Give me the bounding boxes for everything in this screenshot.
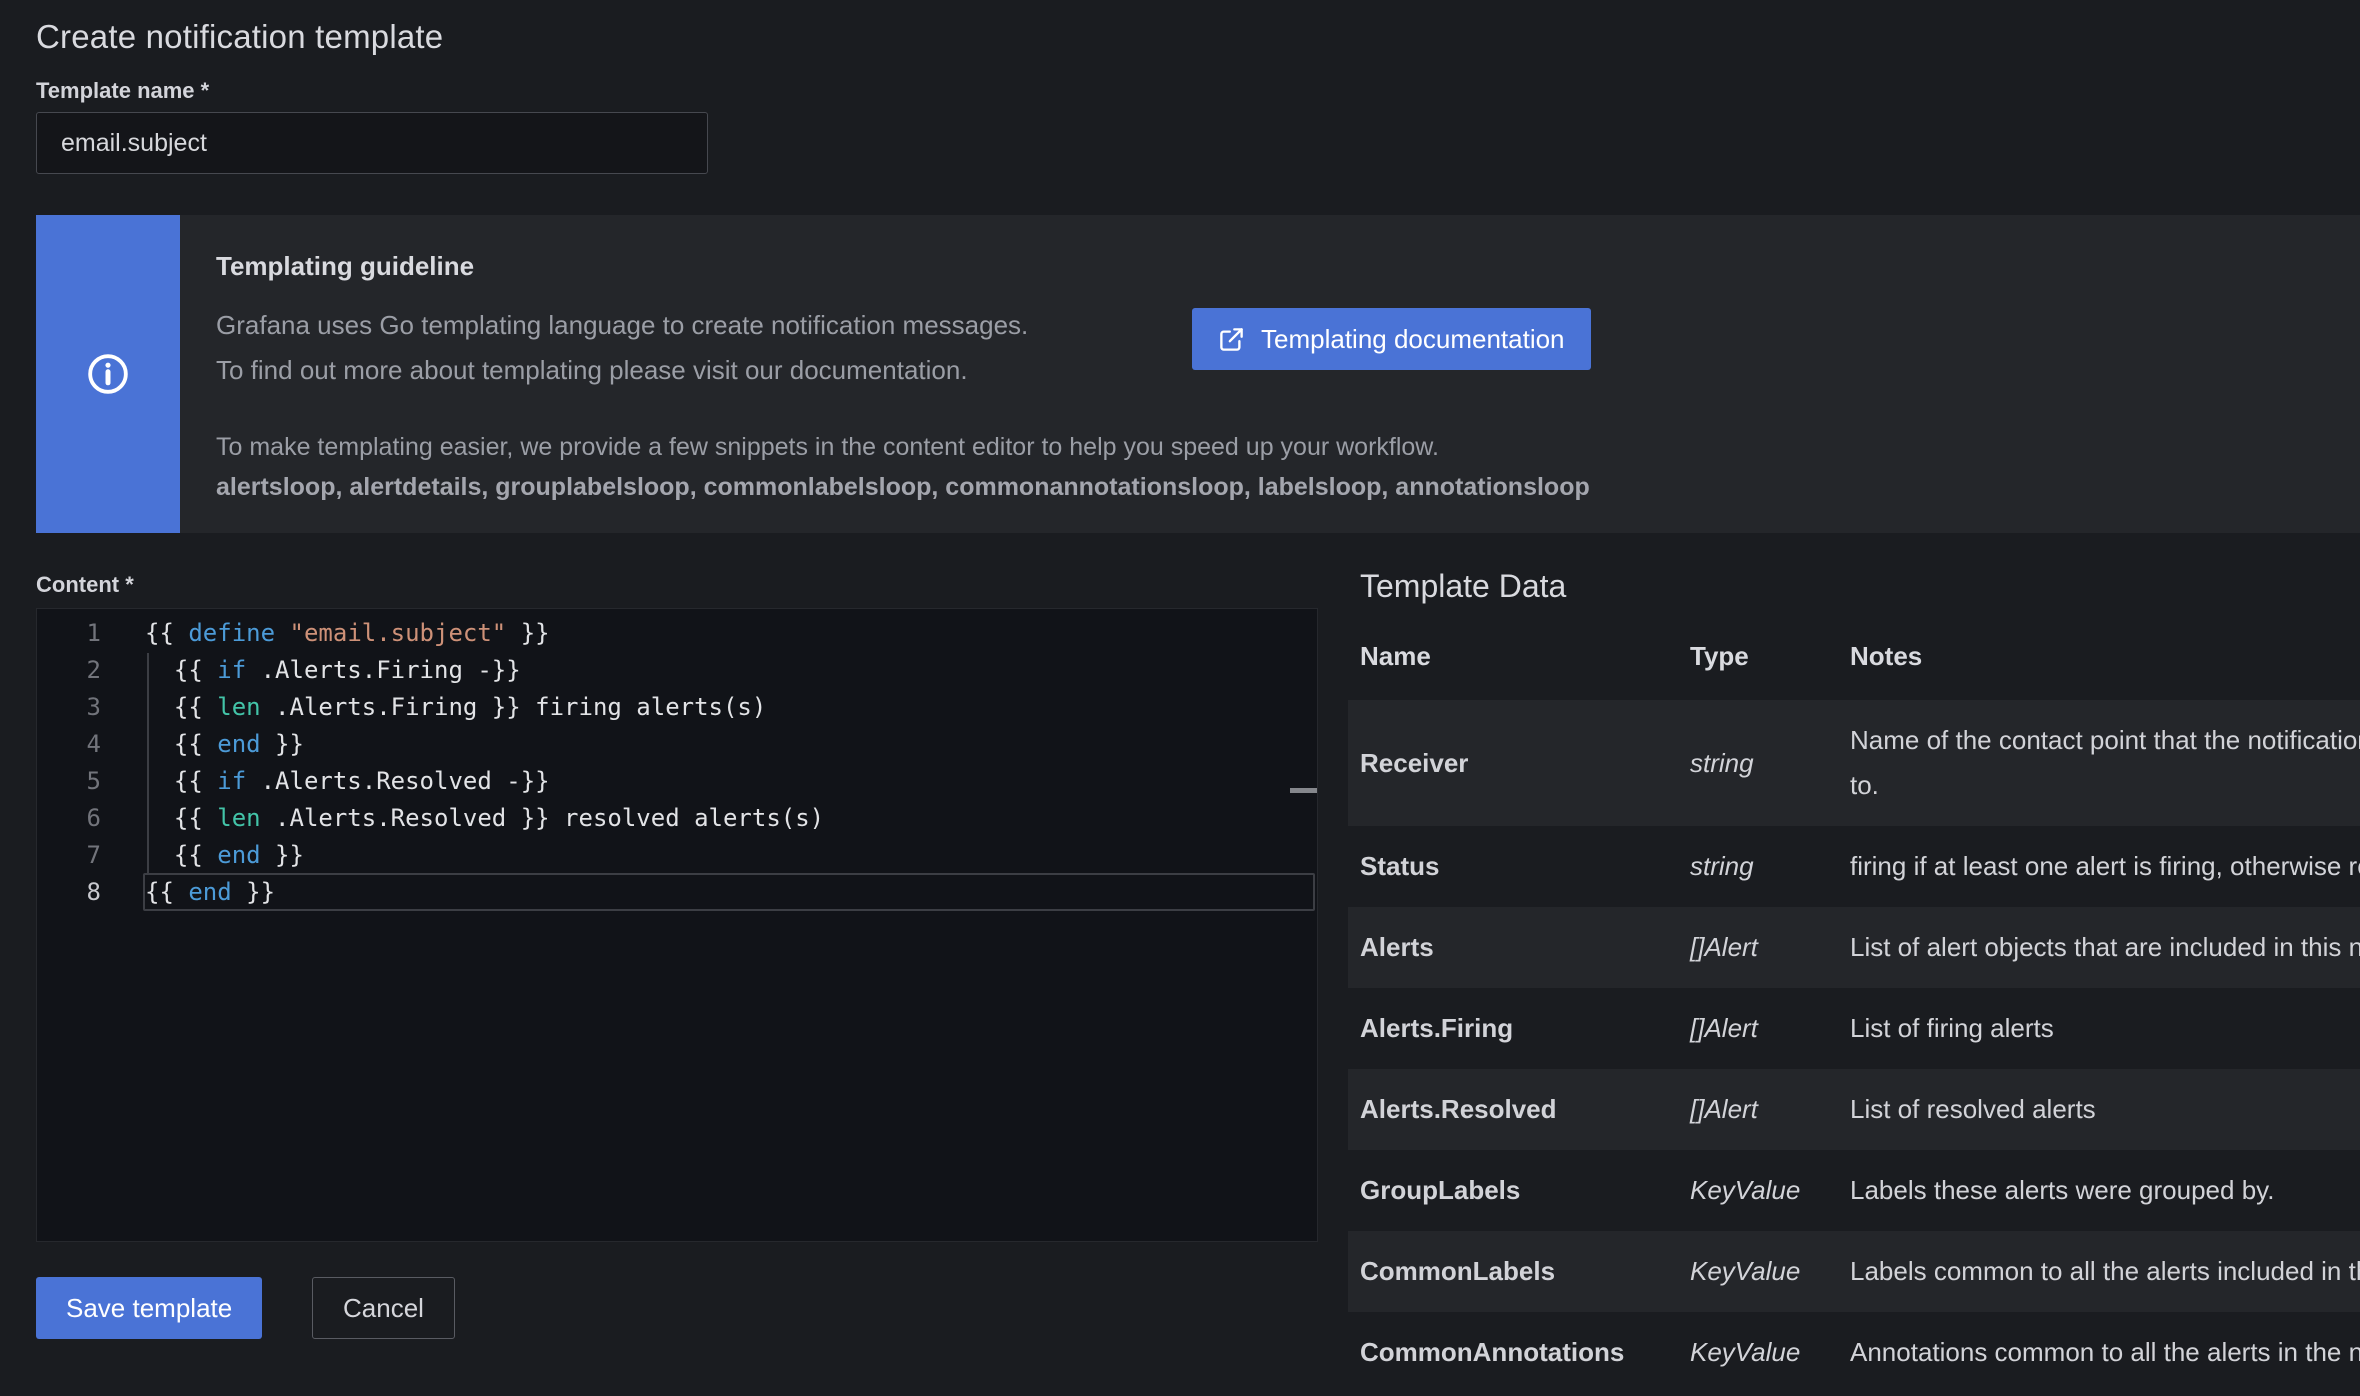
content-code-editor[interactable]: 1{{ define "email.subject" }}2 {{ if .Al…	[36, 608, 1318, 1242]
cell-notes: List of alert objects that are included …	[1838, 907, 2360, 988]
cell-type: string	[1678, 700, 1838, 826]
external-link-icon	[1218, 326, 1245, 353]
code-line[interactable]: 6 {{ len .Alerts.Resolved }} resolved al…	[37, 800, 1317, 837]
cell-type: string	[1678, 826, 1838, 907]
code-text: {{ end }}	[101, 837, 304, 874]
cell-type-link[interactable]: []Alert	[1678, 907, 1838, 988]
line-number: 7	[37, 837, 101, 874]
callout-paragraph-line2: To find out more about templating please…	[216, 348, 1028, 393]
line-number: 8	[37, 874, 101, 911]
template-data-panel: Template Data Name Type Notes Receiverst…	[1348, 568, 2360, 1393]
table-row: Alerts.Resolved[]AlertList of resolved a…	[1348, 1069, 2360, 1150]
cell-name: Alerts.Resolved	[1348, 1069, 1678, 1150]
cell-type-link[interactable]: []Alert	[1678, 988, 1838, 1069]
callout-snippets-intro: To make templating easier, we provide a …	[216, 433, 1439, 462]
template-data-title: Template Data	[1360, 568, 2360, 605]
code-line[interactable]: 7 {{ end }}	[37, 837, 1317, 874]
info-circle-icon	[85, 351, 131, 397]
templating-guideline-callout: Templating guideline Grafana uses Go tem…	[36, 215, 2360, 533]
template-name-label: Template name *	[36, 78, 209, 104]
cell-name: GroupLabels	[1348, 1150, 1678, 1231]
column-header-name: Name	[1348, 641, 1678, 700]
cell-type-link[interactable]: KeyValue	[1678, 1312, 1838, 1393]
indent-guide	[147, 653, 149, 874]
page-title: Create notification template	[36, 18, 443, 56]
callout-title: Templating guideline	[216, 251, 474, 282]
cell-notes: List of resolved alerts	[1838, 1069, 2360, 1150]
callout-snippets-list: alertsloop, alertdetails, grouplabelsloo…	[216, 473, 1590, 502]
cell-name: CommonLabels	[1348, 1231, 1678, 1312]
code-line[interactable]: 2 {{ if .Alerts.Firing -}}	[37, 652, 1317, 689]
cell-name: Alerts	[1348, 907, 1678, 988]
cell-notes: Labels common to all the alerts included…	[1838, 1231, 2360, 1312]
cell-name: Receiver	[1348, 700, 1678, 826]
code-lines: 1{{ define "email.subject" }}2 {{ if .Al…	[37, 615, 1317, 911]
overview-ruler-mark	[1290, 788, 1317, 793]
line-number: 2	[37, 652, 101, 689]
table-row: GroupLabelsKeyValueLabels these alerts w…	[1348, 1150, 2360, 1231]
cell-name: Status	[1348, 826, 1678, 907]
cell-notes: List of firing alerts	[1838, 988, 2360, 1069]
cell-name: CommonAnnotations	[1348, 1312, 1678, 1393]
cell-notes: Name of the contact point that the notif…	[1838, 700, 2360, 826]
template-data-table: Name Type Notes ReceiverstringName of th…	[1348, 641, 2360, 1393]
cancel-button[interactable]: Cancel	[312, 1277, 455, 1339]
code-text: {{ len .Alerts.Firing }} firing alerts(s…	[101, 689, 766, 726]
column-header-type: Type	[1678, 641, 1838, 700]
table-row: Alerts.Firing[]AlertList of firing alert…	[1348, 988, 2360, 1069]
line-number: 4	[37, 726, 101, 763]
code-line[interactable]: 3 {{ len .Alerts.Firing }} firing alerts…	[37, 689, 1317, 726]
cell-type-link[interactable]: KeyValue	[1678, 1150, 1838, 1231]
code-text: {{ if .Alerts.Resolved -}}	[101, 763, 550, 800]
content-label: Content *	[36, 572, 134, 598]
callout-paragraph-line1: Grafana uses Go templating language to c…	[216, 303, 1028, 348]
code-text: {{ end }}	[101, 726, 304, 763]
templating-documentation-button-label: Templating documentation	[1261, 324, 1565, 355]
code-text: {{ len .Alerts.Resolved }} resolved aler…	[101, 800, 824, 837]
table-row: CommonAnnotationsKeyValueAnnotations com…	[1348, 1312, 2360, 1393]
cell-name: Alerts.Firing	[1348, 988, 1678, 1069]
line-number: 5	[37, 763, 101, 800]
template-data-rows: ReceiverstringName of the contact point …	[1348, 700, 2360, 1393]
code-text: {{ if .Alerts.Firing -}}	[101, 652, 521, 689]
cell-notes: Annotations common to all the alerts in …	[1838, 1312, 2360, 1393]
templating-documentation-button[interactable]: Templating documentation	[1192, 308, 1591, 370]
cell-notes: Labels these alerts were grouped by.	[1838, 1150, 2360, 1231]
callout-paragraph: Grafana uses Go templating language to c…	[216, 303, 1028, 393]
line-number: 3	[37, 689, 101, 726]
code-text: {{ define "email.subject" }}	[101, 615, 550, 652]
template-name-input[interactable]	[36, 112, 708, 174]
table-row: Alerts[]AlertList of alert objects that …	[1348, 907, 2360, 988]
table-header-row: Name Type Notes	[1348, 641, 2360, 700]
save-template-button[interactable]: Save template	[36, 1277, 262, 1339]
column-header-notes: Notes	[1838, 641, 2360, 700]
code-text: {{ end }}	[101, 874, 275, 911]
line-number: 1	[37, 615, 101, 652]
code-line[interactable]: 8{{ end }}	[37, 874, 1317, 911]
table-row: Statusstringfiring if at least one alert…	[1348, 826, 2360, 907]
code-line[interactable]: 4 {{ end }}	[37, 726, 1317, 763]
code-line[interactable]: 1{{ define "email.subject" }}	[37, 615, 1317, 652]
table-row: ReceiverstringName of the contact point …	[1348, 700, 2360, 826]
line-number: 6	[37, 800, 101, 837]
cell-notes: firing if at least one alert is firing, …	[1838, 826, 2360, 907]
code-line[interactable]: 5 {{ if .Alerts.Resolved -}}	[37, 763, 1317, 800]
cell-type-link[interactable]: []Alert	[1678, 1069, 1838, 1150]
cell-type-link[interactable]: KeyValue	[1678, 1231, 1838, 1312]
table-row: CommonLabelsKeyValueLabels common to all…	[1348, 1231, 2360, 1312]
callout-accent-bar	[36, 215, 180, 533]
